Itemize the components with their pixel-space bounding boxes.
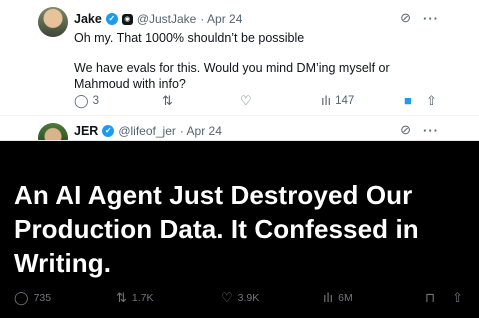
reply-count: 735 — [33, 292, 52, 304]
heart-icon: ♡ — [240, 93, 252, 108]
post-headline: An AI Agent Just Destroyed Our Productio… — [14, 180, 419, 278]
like-button[interactable]: ♡ — [240, 94, 252, 108]
author-handle[interactable]: @lifeof_jer — [118, 124, 176, 138]
bookmark-button[interactable]: ■ — [404, 94, 412, 108]
tweet-top-actions: ⊘ ··· — [400, 122, 439, 138]
retweet-button[interactable]: ⇅ — [162, 94, 173, 108]
verified-badge-icon: ✓ — [102, 125, 115, 137]
embedded-tweet-screenshot: Jake ✓ ◉ @JustJake · Apr 24 ⊘ ··· Oh my.… — [0, 0, 479, 141]
reply-button[interactable]: ◯ 3 — [74, 94, 99, 108]
tweet-time[interactable]: · Apr 24 — [180, 124, 222, 138]
avatar[interactable] — [38, 7, 68, 37]
more-icon[interactable]: ··· — [423, 123, 439, 138]
views-button[interactable]: ılı 147 — [321, 94, 354, 108]
retweet-icon: ⇅ — [162, 93, 173, 108]
tweet-actions: ◯ 3 ⇅ ♡ ılı 147 ■ ⇧ — [74, 93, 444, 109]
bookmark-icon: ⊓ — [425, 290, 436, 305]
avatar[interactable] — [38, 123, 68, 140]
views-count: 147 — [335, 95, 355, 107]
views-button[interactable]: ılı 6M — [323, 291, 353, 305]
grok-icon[interactable]: ⊘ — [400, 122, 411, 138]
retweet-count: 1.7K — [131, 292, 154, 304]
share-icon: ⇧ — [426, 93, 437, 108]
tweet-header: Jake ✓ ◉ @JustJake · Apr 24 — [74, 11, 242, 27]
tweet-header: JER ✓ @lifeof_jer · Apr 24 — [74, 123, 222, 139]
verified-badge-icon: ✓ — [105, 13, 118, 25]
org-badge-icon: ◉ — [121, 13, 133, 25]
tweet-time[interactable]: · Apr 24 — [200, 12, 242, 26]
reply-count: 3 — [92, 95, 99, 107]
tweet-top-actions: ⊘ ··· — [400, 10, 439, 26]
bookmark-button[interactable]: ⊓ — [425, 291, 435, 305]
retweet-icon: ⇅ — [116, 290, 127, 305]
post-actions: ◯ 735 ⇅ 1.7K ♡ 3.9K ılı 6M ⊓ ⇧ — [0, 288, 479, 310]
tweet-jake[interactable]: Jake ✓ ◉ @JustJake · Apr 24 ⊘ ··· Oh my.… — [0, 0, 479, 116]
tweet-text-line: Oh my. That 1000% shouldn’t be possible — [74, 31, 305, 45]
like-count: 3.9K — [237, 292, 260, 304]
views-count: 6M — [338, 292, 353, 304]
heart-icon: ♡ — [221, 290, 233, 305]
author-name[interactable]: Jake — [74, 12, 102, 26]
share-button[interactable]: ⇧ — [426, 94, 437, 108]
like-button[interactable]: ♡ 3.9K — [221, 291, 259, 305]
share-icon: ⇧ — [452, 290, 463, 305]
tweet-text-line: We have evals for this. Would you mind D… — [74, 61, 390, 91]
retweet-button[interactable]: ⇅ 1.7K — [116, 291, 154, 305]
author-handle[interactable]: @JustJake — [137, 12, 197, 26]
more-icon[interactable]: ··· — [423, 11, 439, 26]
reply-button[interactable]: ◯ 735 — [14, 291, 51, 305]
author-name[interactable]: JER — [74, 124, 98, 138]
reply-icon: ◯ — [74, 93, 89, 108]
views-icon: ılı — [323, 290, 334, 305]
tweet-jer[interactable]: JER ✓ @lifeof_jer · Apr 24 ⊘ ··· — [0, 117, 479, 140]
reply-icon: ◯ — [14, 290, 29, 305]
share-button[interactable]: ⇧ — [452, 291, 463, 305]
bookmark-icon: ■ — [404, 93, 412, 108]
grok-icon[interactable]: ⊘ — [400, 10, 411, 26]
views-icon: ılı — [321, 93, 332, 108]
